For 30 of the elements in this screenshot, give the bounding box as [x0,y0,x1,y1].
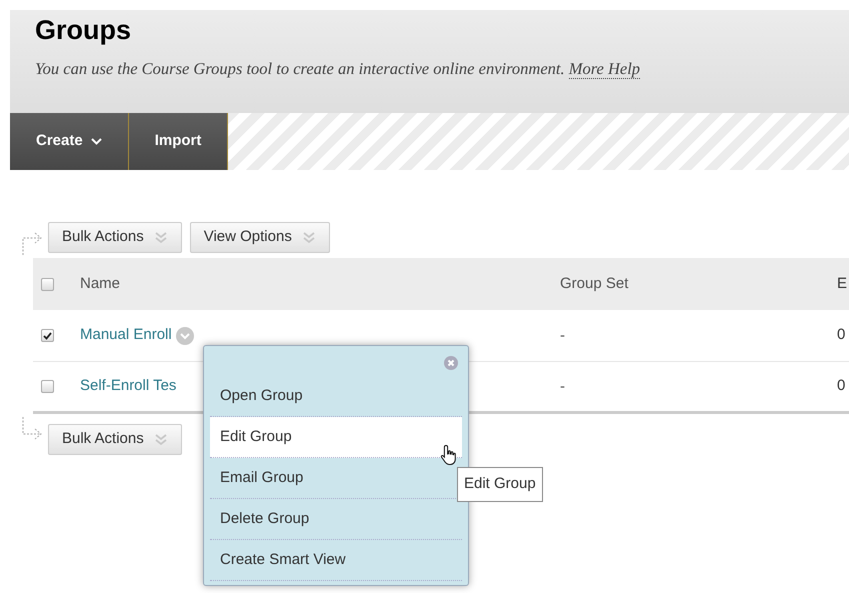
column-header: Group Set [560,274,628,292]
action-button[interactable]: Bulk Actions [48,424,182,455]
toolbar-button[interactable]: Import [128,113,228,170]
tooltip: Edit Group [457,467,543,502]
table-cell: 0 [837,377,846,394]
action-button[interactable]: View Options [190,222,330,253]
table-cell: - [560,326,565,344]
page-title: Groups [35,14,132,46]
column-header: Name [80,274,120,292]
group-name-link[interactable]: Self-Enroll Tes [80,375,176,398]
toolbar-button[interactable]: Create [10,113,129,170]
double-chevron-icon [154,232,168,244]
double-chevron-icon [154,434,168,446]
hand-cursor-icon [440,444,458,466]
table-cell: - [560,378,565,394]
page-description: You can use the Course Groups tool to create an interactive online environment. More Help [35,58,642,82]
checkbox[interactable] [41,278,54,290]
action-button[interactable]: Bulk Actions [48,222,182,253]
table-cell: 0 [837,326,846,344]
chevron-down-icon [90,138,102,145]
double-chevron-icon [302,232,316,244]
more-help-link[interactable]: More Help [568,59,640,80]
menu-item[interactable]: Edit Group [210,417,462,458]
menu-item[interactable]: Create Smart View [210,540,462,581]
options-menu-icon[interactable] [176,326,194,344]
checkbox[interactable] [41,329,54,342]
group-name-link[interactable]: Manual Enroll [80,324,172,347]
checkbox[interactable] [41,380,54,393]
column-header: E [837,274,848,292]
close-icon[interactable] [444,356,458,370]
